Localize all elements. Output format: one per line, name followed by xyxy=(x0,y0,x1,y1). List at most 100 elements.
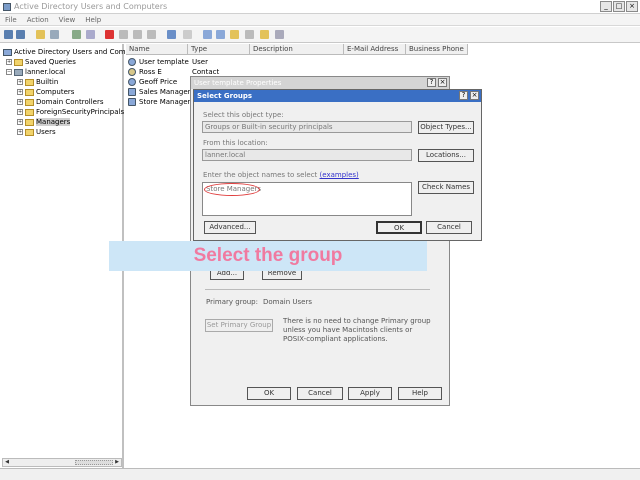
console-icon[interactable] xyxy=(183,30,192,39)
maximize-button[interactable]: □ xyxy=(613,1,625,12)
column-header-name[interactable]: Name xyxy=(126,44,188,55)
tree-item-label: lanner.local xyxy=(25,68,66,76)
expand-icon[interactable]: + xyxy=(17,119,23,125)
user-icon xyxy=(128,78,136,86)
filter-icon[interactable] xyxy=(147,30,156,39)
ok-button[interactable]: OK xyxy=(247,387,291,400)
tree-item-builtin[interactable]: + Builtin xyxy=(17,77,58,87)
new-group-icon[interactable] xyxy=(216,30,225,39)
help-icon[interactable]: ? xyxy=(459,91,468,100)
menu-view[interactable]: View xyxy=(59,16,76,25)
refresh-icon[interactable] xyxy=(119,30,128,39)
locations-button[interactable]: Locations... xyxy=(418,149,474,162)
folder-icon xyxy=(25,118,34,126)
list-item-name: Geoff Price xyxy=(139,78,178,86)
tree-item-saved-queries[interactable]: + Saved Queries xyxy=(6,57,76,67)
expand-icon[interactable]: + xyxy=(6,59,12,65)
properties-dialog-title: User template Properties xyxy=(191,77,449,89)
highlight-annotation xyxy=(204,183,260,196)
expand-icon[interactable]: + xyxy=(17,129,23,135)
folder-icon xyxy=(25,78,34,86)
user-icon xyxy=(128,58,136,66)
add-to-group-icon[interactable] xyxy=(275,30,284,39)
tree-item-foreign-security-principals[interactable]: + ForeignSecurityPrincipals xyxy=(17,107,124,117)
examples-link[interactable]: (examples) xyxy=(320,171,359,179)
instruction-banner: Select the group xyxy=(109,241,427,271)
filter-list-icon[interactable] xyxy=(245,30,254,39)
back-icon[interactable] xyxy=(4,30,13,39)
tree-item-label: Computers xyxy=(36,88,75,96)
forward-icon[interactable] xyxy=(16,30,25,39)
menu-help[interactable]: Help xyxy=(85,16,101,25)
close-icon[interactable]: × xyxy=(438,78,447,87)
object-names-input[interactable]: Store Managers xyxy=(202,182,412,216)
new-user-icon[interactable] xyxy=(203,30,212,39)
column-header-type[interactable]: Type xyxy=(188,44,250,55)
object-types-button[interactable]: Object Types... xyxy=(418,121,474,134)
close-button[interactable]: × xyxy=(626,1,638,12)
properties-icon[interactable] xyxy=(72,30,81,39)
tree-item-users[interactable]: + Users xyxy=(17,127,56,137)
export-icon[interactable] xyxy=(133,30,142,39)
window-titlebar: Active Directory Users and Computers _ □… xyxy=(0,0,640,14)
tree-item-computers[interactable]: + Computers xyxy=(17,87,74,97)
menu-file[interactable]: File xyxy=(5,16,17,25)
delete-icon[interactable] xyxy=(105,30,114,39)
primary-group-info: There is no need to change Primary group… xyxy=(283,317,431,343)
column-header-phone[interactable]: Business Phone xyxy=(406,44,468,55)
tree-item-label: ForeignSecurityPrincipals xyxy=(36,108,125,116)
help-button[interactable]: Help xyxy=(398,387,442,400)
help-icon[interactable]: ? xyxy=(427,78,436,87)
tree-item-managers[interactable]: + Managers xyxy=(17,117,71,127)
set-primary-group-button[interactable]: Set Primary Group xyxy=(205,319,273,332)
check-names-button[interactable]: Check Names xyxy=(418,181,474,194)
divider xyxy=(205,289,430,290)
domain-icon xyxy=(14,68,23,76)
column-header-description[interactable]: Description xyxy=(250,44,344,55)
expand-icon[interactable]: + xyxy=(17,99,23,105)
list-item-name: User template xyxy=(139,58,189,66)
cancel-button[interactable]: Cancel xyxy=(297,387,343,400)
tree-item-label: Saved Queries xyxy=(25,58,76,66)
tree-root[interactable]: Active Directory Users and Compu xyxy=(3,47,134,57)
copy-icon[interactable] xyxy=(86,30,95,39)
scroll-thumb[interactable] xyxy=(75,460,113,465)
new-ou-icon[interactable] xyxy=(230,30,239,39)
tree-item-label: Builtin xyxy=(36,78,59,86)
help-icon[interactable] xyxy=(167,30,176,39)
column-header-email[interactable]: E-Mail Address xyxy=(344,44,406,55)
tree-item-label: Users xyxy=(36,128,56,136)
cancel-button[interactable]: Cancel xyxy=(426,221,472,234)
expand-icon[interactable]: + xyxy=(17,79,23,85)
object-names-label: Enter the object names to select (exampl… xyxy=(203,171,359,179)
scroll-left-icon[interactable]: ◀ xyxy=(3,459,11,466)
menu-action[interactable]: Action xyxy=(27,16,49,25)
folder-icon xyxy=(25,128,34,136)
expand-icon[interactable]: + xyxy=(17,109,23,115)
tree-item-label: Domain Controllers xyxy=(36,98,104,106)
tree-item-domain[interactable]: − lanner.local xyxy=(6,67,65,77)
select-groups-dialog: Select Groups ? × Select this object typ… xyxy=(193,89,482,241)
expand-icon[interactable]: + xyxy=(17,89,23,95)
up-folder-icon[interactable] xyxy=(36,30,45,39)
ok-button[interactable]: OK xyxy=(376,221,422,234)
list-item-name: Sales Managers xyxy=(139,88,195,96)
list-item[interactable]: Sales Managers xyxy=(128,87,194,97)
close-icon[interactable]: × xyxy=(470,91,479,100)
show-tree-icon[interactable] xyxy=(50,30,59,39)
folder-icon xyxy=(14,58,23,66)
find-icon[interactable] xyxy=(260,30,269,39)
list-item[interactable]: Geoff Price xyxy=(128,77,177,87)
tree-item-domain-controllers[interactable]: + Domain Controllers xyxy=(17,97,103,107)
tree-horizontal-scrollbar[interactable]: ◀ ▶ xyxy=(2,458,122,467)
location-field: lanner.local xyxy=(202,149,412,161)
apply-button[interactable]: Apply xyxy=(348,387,392,400)
ad-root-icon xyxy=(3,48,12,56)
list-item[interactable]: Store Managers xyxy=(128,97,194,107)
minimize-button[interactable]: _ xyxy=(600,1,612,12)
list-item[interactable]: User template User xyxy=(128,57,208,67)
app-icon xyxy=(3,3,11,11)
advanced-button[interactable]: Advanced... xyxy=(204,221,256,234)
scroll-right-icon[interactable]: ▶ xyxy=(113,459,121,466)
collapse-icon[interactable]: − xyxy=(6,69,12,75)
